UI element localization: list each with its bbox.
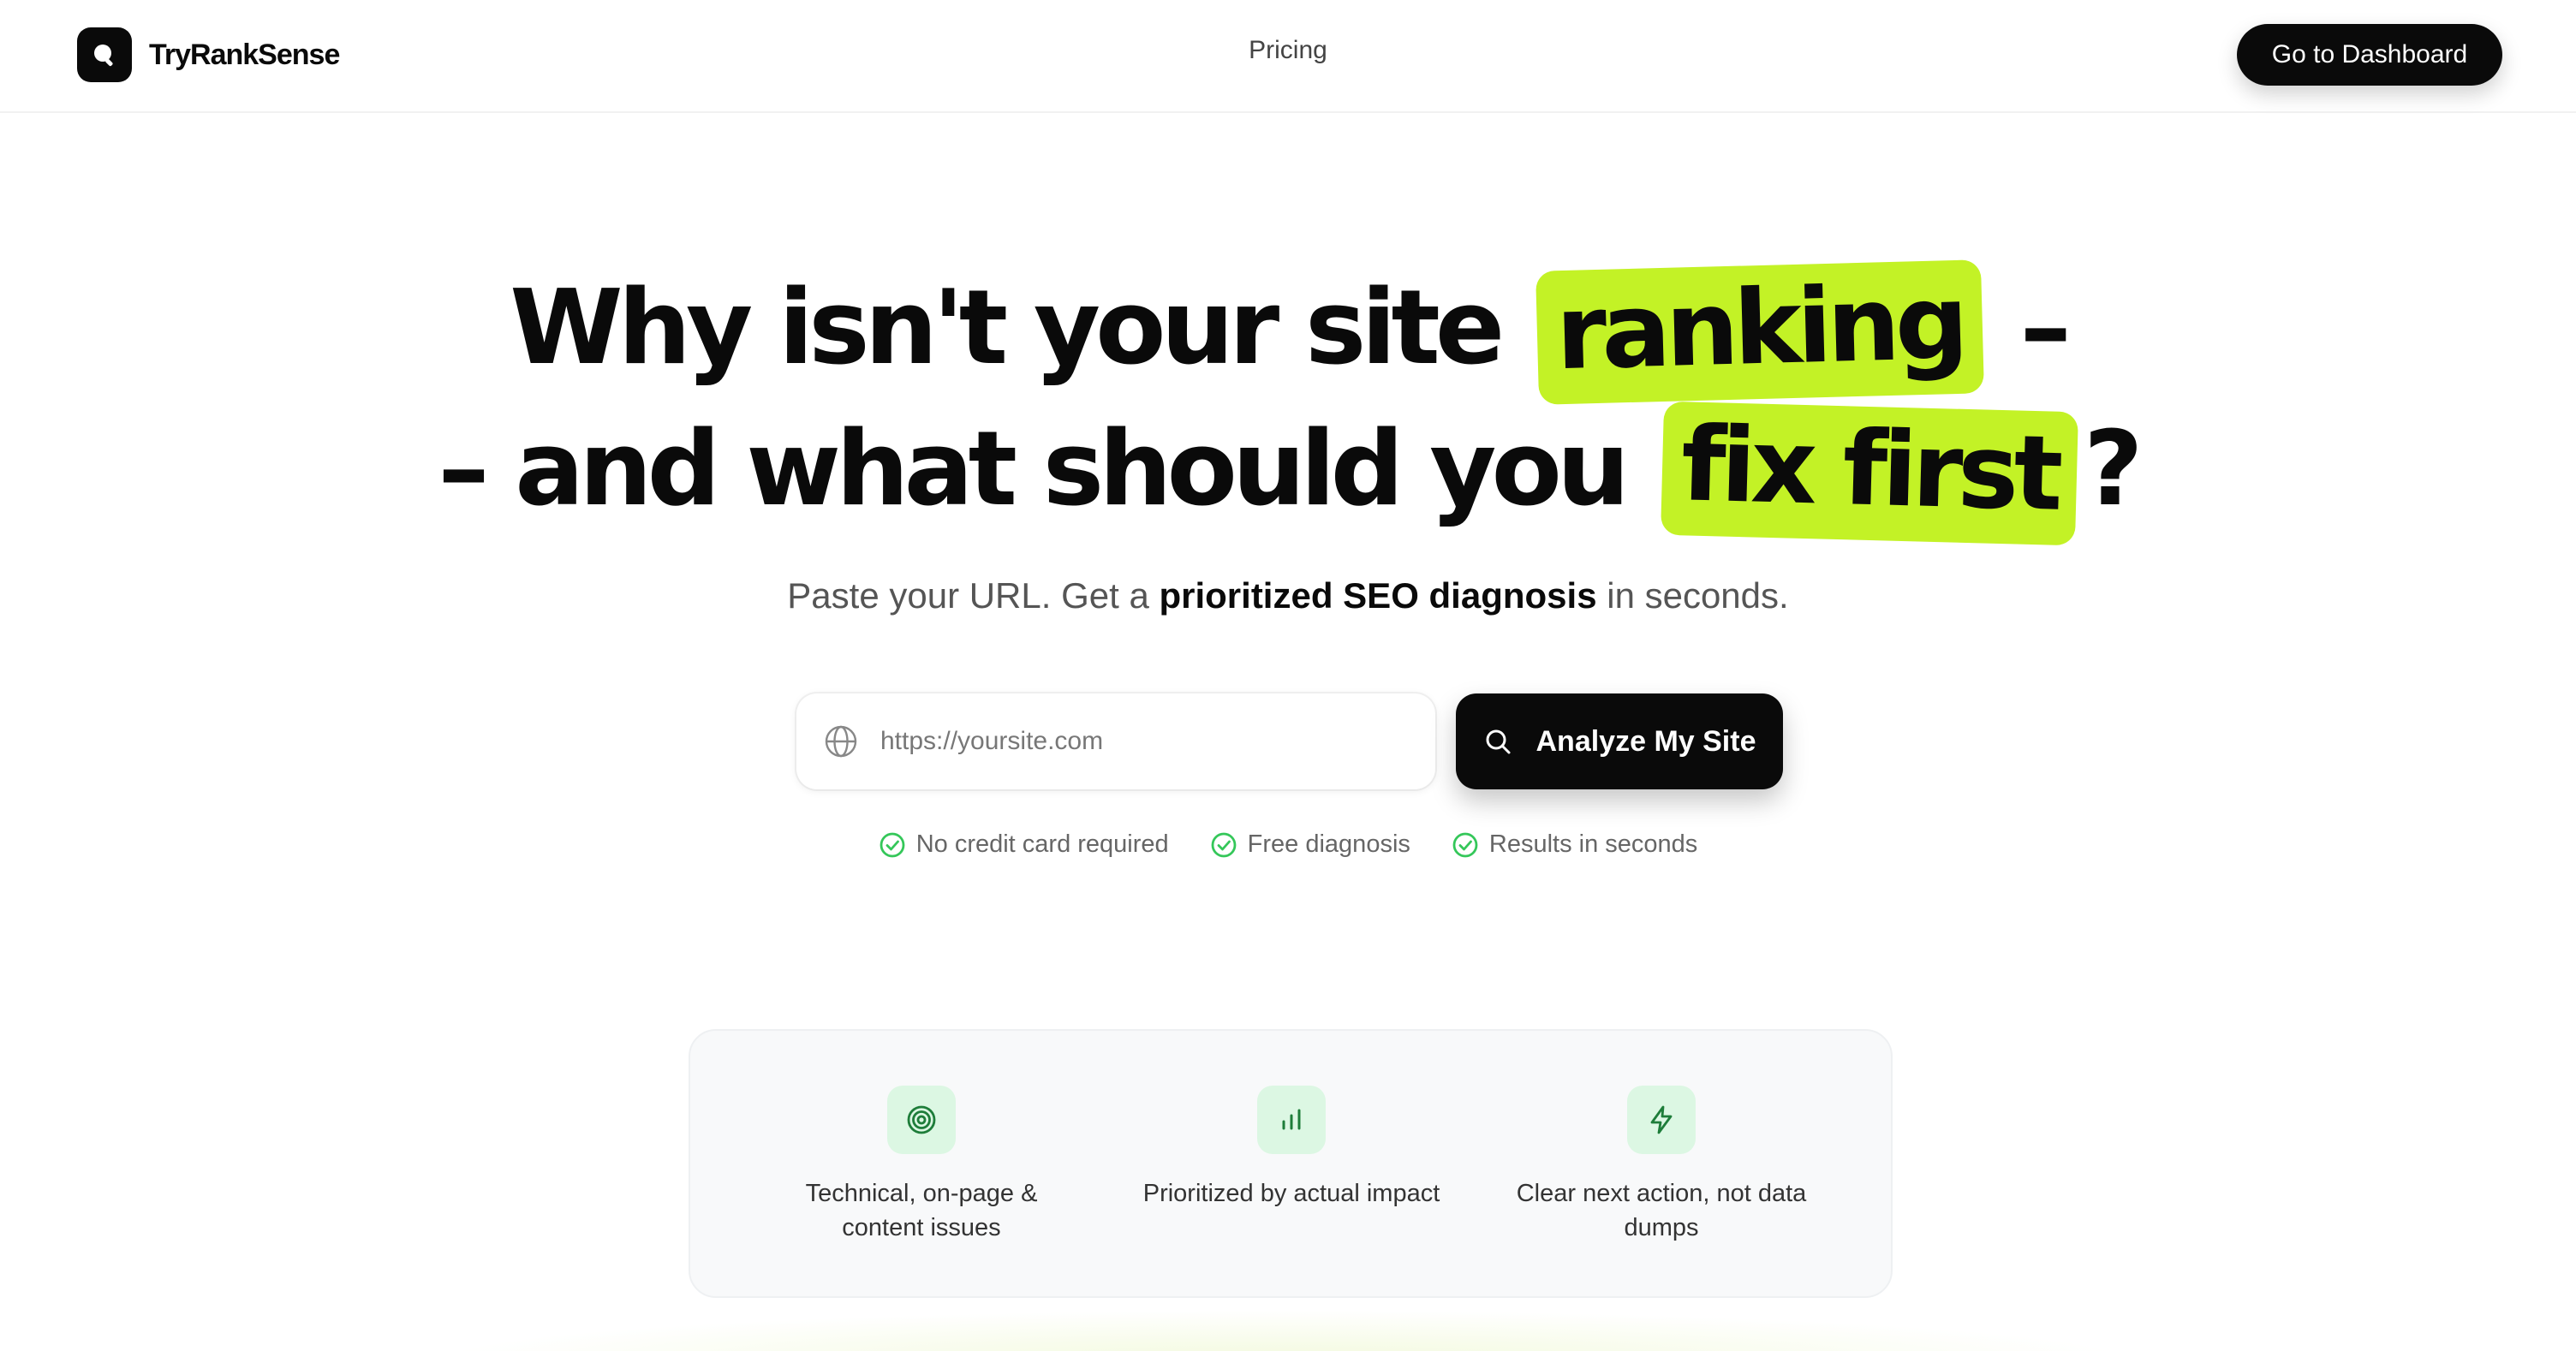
subheading-text: in seconds. <box>1607 575 1789 616</box>
subheading-bold: prioritized SEO diagnosis <box>1159 575 1597 616</box>
feature-text-line: Prioritized by actual impact <box>1142 1180 1440 1207</box>
feature-text: Clear next action, not data dumps <box>1482 1176 1841 1245</box>
analyze-my-site-button[interactable]: Analyze My Site <box>1456 693 1783 789</box>
benefit-label: Free diagnosis <box>1247 830 1410 858</box>
url-input-container[interactable] <box>796 693 1435 789</box>
hero-subheading: Paste your URL. Get a prioritized SEO di… <box>0 575 2576 616</box>
headline-dash: – <box>2019 269 2072 388</box>
benefit-item: Free diagnosis <box>1210 830 1410 859</box>
globe-icon <box>824 724 858 759</box>
brand-logo[interactable]: TryRankSense <box>77 27 340 82</box>
feature-text-line: Technical, on-page & <box>805 1180 1038 1207</box>
headline-text: Why isn't your site <box>510 269 1505 388</box>
benefit-label: Results in seconds <box>1488 830 1698 858</box>
feature-item: Prioritized by actual impact <box>1112 1086 1471 1211</box>
benefit-item: Results in seconds <box>1452 830 1697 859</box>
feature-item: Clear next action, not data dumps <box>1482 1086 1841 1245</box>
check-circle-icon <box>1452 831 1479 859</box>
top-nav: TryRankSense Pricing Go to Dashboard <box>0 0 2576 113</box>
feature-item: Technical, on-page & content issues <box>742 1086 1101 1245</box>
bar-chart-icon <box>1257 1086 1326 1154</box>
check-circle-icon <box>879 831 906 859</box>
analyze-button-label: Analyze My Site <box>1535 724 1756 758</box>
logo-search-icon <box>77 27 132 82</box>
hero-headline-line-1: Why isn't your site ranking – <box>0 259 2576 405</box>
lightning-icon <box>1627 1086 1696 1154</box>
feature-text-line: dumps <box>1624 1214 1699 1241</box>
nav-link-pricing[interactable]: Pricing <box>1202 36 1374 65</box>
benefits-list: No credit card required Free diagnosis R… <box>0 830 2576 859</box>
decorative-glow <box>428 1310 2141 1351</box>
headline-text: – and what should you <box>438 410 1630 529</box>
hero-headline-line-2: – and what should you fix first? <box>0 401 2576 546</box>
search-icon <box>1483 727 1512 756</box>
brand-name: TryRankSense <box>149 38 340 71</box>
target-icon <box>887 1086 956 1154</box>
feature-text-line: content issues <box>842 1214 1001 1241</box>
benefit-label: No credit card required <box>915 830 1169 858</box>
headline-highlight-ranking: ranking <box>1535 259 1984 405</box>
subheading-text: Paste your URL. Get a <box>787 575 1149 616</box>
headline-question-mark: ? <box>2083 410 2144 529</box>
benefit-item: No credit card required <box>879 830 1169 859</box>
check-circle-icon <box>1210 831 1237 859</box>
go-to-dashboard-button[interactable]: Go to Dashboard <box>2237 24 2502 86</box>
features-card: Technical, on-page & content issues Prio… <box>689 1029 1893 1298</box>
url-input[interactable] <box>880 727 1394 756</box>
headline-highlight-fix-first: fix first <box>1661 401 2078 546</box>
feature-text: Prioritized by actual impact <box>1112 1176 1471 1211</box>
feature-text: Technical, on-page & content issues <box>742 1176 1101 1245</box>
feature-text-line: Clear next action, not data <box>1516 1180 1807 1207</box>
